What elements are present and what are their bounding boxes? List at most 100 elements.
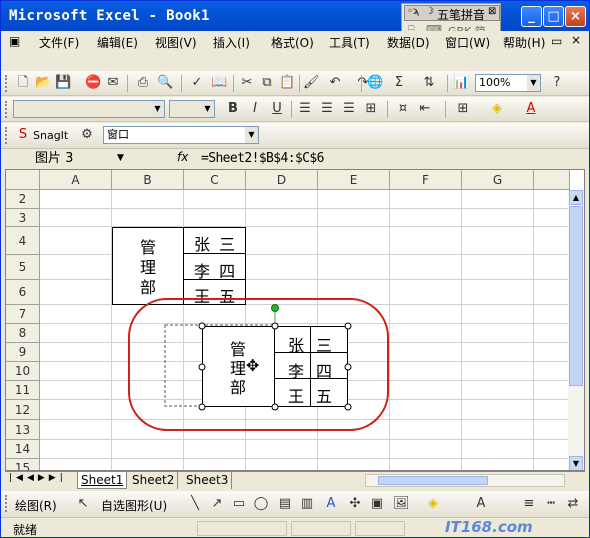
minimize-button[interactable]: _ [521, 6, 542, 27]
undo-icon[interactable]: ↶ [327, 75, 343, 91]
vertical-textbox-icon[interactable]: ▥ [299, 496, 315, 512]
email-icon[interactable]: ✉ [105, 75, 121, 91]
toolbar-grip[interactable] [5, 495, 8, 512]
worksheet-grid[interactable]: A B C D E F G 2 3 4 5 6 7 8 9 10 11 12 1… [5, 169, 585, 471]
menu-insert[interactable]: 插入(I) [213, 34, 250, 51]
select-objects-icon[interactable]: ↖ [75, 496, 91, 512]
resize-handle[interactable] [344, 322, 352, 330]
sort-ascending-icon[interactable]: ⇅ [421, 75, 437, 91]
help-icon[interactable]: ? [549, 75, 565, 91]
font-color-icon[interactable]: A [473, 496, 489, 512]
close-button[interactable]: × [565, 6, 586, 27]
font-combo[interactable]: ▼ [13, 100, 165, 118]
toolbar-grip[interactable] [5, 101, 8, 118]
decrease-indent-icon[interactable]: ⇤ [417, 101, 433, 117]
formula-input[interactable]: =Sheet2!$B$4:$C$6 [201, 150, 324, 167]
research-icon[interactable]: 📖 [211, 75, 227, 91]
textbox-icon[interactable]: ▤ [277, 496, 293, 512]
save-icon[interactable]: 💾 [55, 75, 71, 91]
arrow-style-icon[interactable]: ⇄ [565, 496, 581, 512]
vertical-scrollbar[interactable]: ▲ ▼ [568, 190, 584, 470]
underline-icon[interactable]: U [269, 101, 285, 117]
snagit-icon[interactable]: S [15, 127, 31, 143]
toolbar-grip[interactable] [5, 127, 8, 144]
line-style-icon[interactable]: ≡ [521, 496, 537, 512]
tab-scroll-buttons[interactable]: |◀◀▶▶| [9, 473, 67, 483]
workbook-icon[interactable]: ▣ [9, 34, 20, 48]
open-icon[interactable]: 📂 [35, 75, 51, 91]
fx-icon[interactable]: fx [177, 150, 188, 164]
format-painter-icon[interactable]: 🖌 [303, 75, 320, 91]
resize-handle[interactable] [198, 322, 206, 330]
scroll-thumb[interactable] [569, 206, 583, 386]
scroll-up-button[interactable]: ▲ [569, 190, 583, 205]
snagit-label[interactable]: SnagIt [33, 129, 68, 142]
sheet-tab-2[interactable]: Sheet2 [129, 472, 179, 489]
hscroll-thumb[interactable] [378, 476, 488, 485]
snagit-settings-icon[interactable]: ⚙ [79, 127, 95, 143]
resize-handle[interactable] [198, 403, 206, 411]
zoom-combo[interactable]: 100% ▼ [475, 74, 541, 92]
toolbar-grip[interactable] [5, 75, 8, 92]
picture-icon[interactable]: 🖼 [393, 496, 410, 512]
oval-icon[interactable]: ◯ [253, 496, 269, 512]
diagram-icon[interactable]: ✣ [347, 496, 363, 512]
permission-icon[interactable]: ⛔ [85, 75, 101, 91]
dash-style-icon[interactable]: ┅ [543, 496, 559, 512]
name-box[interactable]: 图片 3 ▼ [9, 150, 131, 168]
resize-handle[interactable] [344, 403, 352, 411]
scroll-down-button[interactable]: ▼ [569, 456, 583, 470]
paste-icon[interactable]: 📋 [279, 75, 295, 91]
new-icon[interactable]: 🗋 [15, 75, 31, 91]
chart-wizard-icon[interactable]: 📊 [453, 75, 469, 91]
italic-icon[interactable]: I [247, 101, 263, 117]
autosum-icon[interactable]: Σ [391, 75, 407, 91]
ime-toggle-icon[interactable]: ◦ϡ [407, 6, 419, 17]
menu-window[interactable]: 窗口(W) [445, 34, 490, 51]
menu-view[interactable]: 视图(V) [155, 34, 197, 51]
resize-handle[interactable] [198, 363, 206, 371]
wordart-icon[interactable]: A [323, 496, 339, 512]
fill-color-icon[interactable]: ◈ [425, 496, 441, 512]
print-icon[interactable]: ⎙ [135, 75, 151, 91]
menu-help[interactable]: 帮助(H) [503, 34, 545, 51]
align-right-icon[interactable]: ☰ [341, 101, 357, 117]
snagit-combo[interactable]: 窗口 ▼ [103, 126, 259, 144]
chevron-down-icon[interactable]: ▼ [245, 127, 258, 143]
menu-data[interactable]: 数据(D) [387, 34, 430, 51]
font-size-combo[interactable]: ▼ [169, 100, 215, 118]
fill-color-icon[interactable]: ◈ [489, 101, 505, 117]
rectangle-icon[interactable]: ▭ [231, 496, 247, 512]
resize-handle[interactable] [271, 403, 279, 411]
menu-format[interactable]: 格式(O) [271, 34, 314, 51]
restore-icon[interactable]: ▭ [551, 34, 562, 48]
print-preview-icon[interactable]: 🔍 [157, 75, 173, 91]
chevron-down-icon[interactable]: ▼ [117, 150, 124, 167]
draw-menu-button[interactable]: 绘图(R) [15, 497, 57, 514]
bold-icon[interactable]: B [225, 101, 241, 117]
resize-handle[interactable] [344, 363, 352, 371]
copy-icon[interactable]: ⧉ [259, 75, 275, 91]
menu-edit[interactable]: 编辑(E) [97, 34, 138, 51]
clipart-icon[interactable]: ▣ [369, 496, 385, 512]
chevron-down-icon[interactable]: ▼ [527, 75, 540, 91]
ime-close-icon[interactable]: ⊠ [488, 6, 496, 17]
maximize-button[interactable]: □ [543, 6, 564, 27]
resize-handle[interactable] [271, 322, 279, 330]
close-doc-icon[interactable]: × [571, 33, 581, 47]
autoshapes-button[interactable]: 自选图形(U) [101, 497, 167, 514]
hyperlink-icon[interactable]: 🌐 [367, 75, 383, 91]
sheet-tab-3[interactable]: Sheet3 [183, 472, 233, 489]
borders-icon[interactable]: ⊞ [455, 101, 471, 117]
chevron-down-icon[interactable]: ▼ [151, 101, 164, 117]
align-center-icon[interactable]: ☰ [319, 101, 335, 117]
cut-icon[interactable]: ✂ [239, 75, 255, 91]
merge-center-icon[interactable]: ⊞ [363, 101, 379, 117]
spelling-icon[interactable]: ✓ [189, 75, 205, 91]
menu-file[interactable]: 文件(F) [39, 34, 79, 51]
line-icon[interactable]: ╲ [187, 496, 203, 512]
chevron-down-icon[interactable]: ▼ [201, 101, 214, 117]
menu-tools[interactable]: 工具(T) [329, 34, 370, 51]
font-color-icon[interactable]: A [523, 101, 539, 117]
align-left-icon[interactable]: ☰ [297, 101, 313, 117]
